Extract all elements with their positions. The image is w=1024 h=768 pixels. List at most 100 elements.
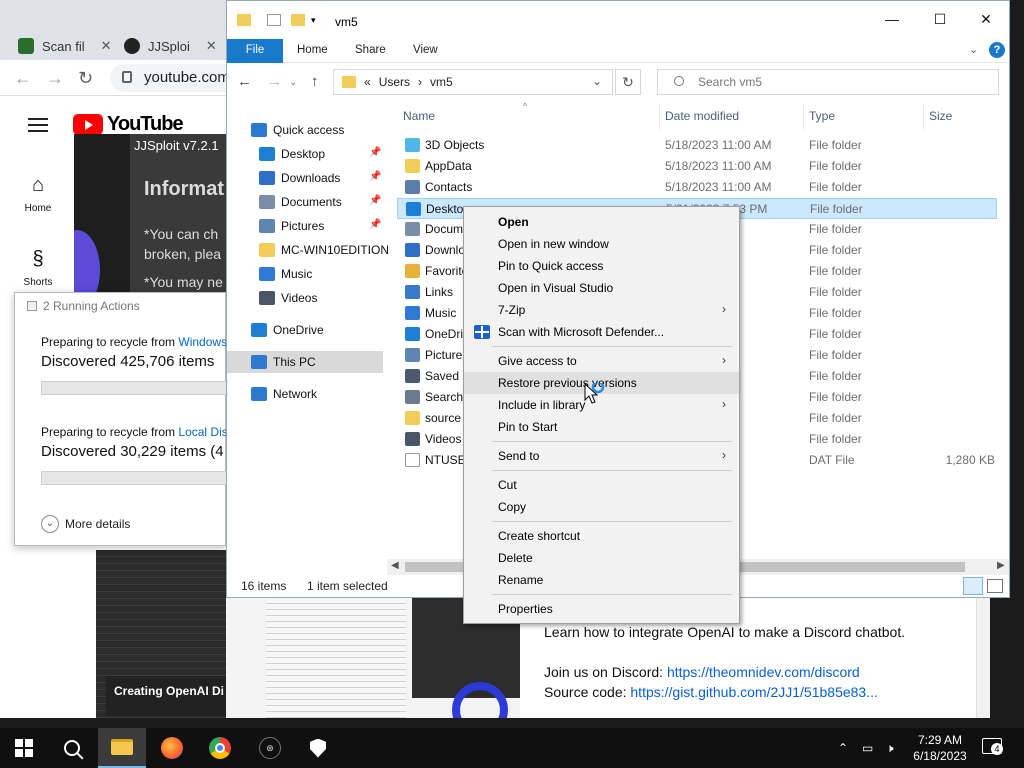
- menu-item-open-in-new-window[interactable]: Open in new window: [464, 233, 739, 255]
- new-folder-icon[interactable]: [291, 14, 305, 26]
- show-hidden-icons[interactable]: ⌃: [838, 728, 848, 768]
- yt-nav-shorts[interactable]: § Shorts: [14, 248, 62, 288]
- menu-item-pin-to-start[interactable]: Pin to Start: [464, 416, 739, 438]
- start-button[interactable]: [0, 728, 48, 768]
- menu-item-label: Scan with Microsoft Defender...: [498, 325, 665, 339]
- browser-tab[interactable]: Scan fil ✕: [0, 32, 112, 60]
- file-row[interactable]: Contacts 5/18/2023 11:00 AM File folder: [397, 177, 997, 198]
- menu-item-give-access-to[interactable]: Give access to ›: [464, 350, 739, 372]
- tab-view[interactable]: View: [401, 39, 450, 63]
- column-header-name[interactable]: Name: [403, 109, 435, 123]
- browser-tab[interactable]: JJSploi ✕: [106, 32, 217, 60]
- scroll-right-icon[interactable]: ▶: [997, 560, 1005, 571]
- refresh-button[interactable]: ↻: [615, 69, 641, 95]
- menu-item-7-zip[interactable]: 7-Zip ›: [464, 299, 739, 321]
- breadcrumb-item[interactable]: Users: [379, 75, 410, 89]
- tab-file[interactable]: File: [227, 39, 283, 63]
- menu-item-copy[interactable]: Copy: [464, 496, 739, 518]
- up-arrow-icon[interactable]: ↑: [311, 73, 319, 90]
- youtube-logo[interactable]: YouTube: [73, 113, 184, 136]
- maximize-button[interactable]: ☐: [917, 11, 963, 33]
- menu-icon[interactable]: [28, 118, 48, 132]
- copy-icon: [27, 301, 37, 311]
- breadcrumb-root[interactable]: «: [364, 75, 371, 89]
- menu-item-scan-with-microsoft-defender[interactable]: Scan with Microsoft Defender...: [464, 321, 739, 343]
- nav-item[interactable]: Music: [227, 263, 383, 285]
- page-scrollbar[interactable]: [976, 598, 990, 718]
- nav-item[interactable]: Network: [227, 383, 383, 405]
- source-link[interactable]: Local Dis: [178, 425, 227, 439]
- taskbar-windows-security[interactable]: [294, 728, 342, 768]
- taskbar-search-button[interactable]: [48, 728, 96, 768]
- nav-item[interactable]: Videos: [227, 287, 383, 309]
- address-bar[interactable]: « Users › vm5 ⌄: [333, 69, 613, 95]
- menu-item-send-to[interactable]: Send to ›: [464, 445, 739, 467]
- nav-item[interactable]: This PC: [227, 351, 383, 373]
- column-divider[interactable]: [659, 105, 660, 129]
- taskbar-firefox[interactable]: [148, 728, 196, 768]
- documents-icon: [259, 195, 275, 209]
- minimize-button[interactable]: —: [869, 11, 915, 33]
- back-arrow-icon[interactable]: ←: [237, 73, 252, 90]
- url-text: youtube.com: [144, 69, 230, 86]
- video-thumbnail[interactable]: Creating OpenAI Di: [96, 550, 226, 718]
- menu-item-open[interactable]: Open: [464, 211, 739, 233]
- menu-item-cut[interactable]: Cut: [464, 474, 739, 496]
- properties-icon[interactable]: [267, 14, 281, 26]
- details-view-icon[interactable]: [963, 577, 983, 595]
- forward-arrow-icon[interactable]: →: [46, 68, 64, 89]
- window-title: vm5: [335, 15, 358, 29]
- breadcrumb-item[interactable]: vm5: [430, 75, 453, 89]
- close-button[interactable]: ✕: [963, 11, 1009, 33]
- source-link[interactable]: Windows: [178, 335, 227, 349]
- address-dropdown-icon[interactable]: ⌄: [592, 74, 602, 88]
- large-icons-view-icon[interactable]: [987, 579, 1003, 593]
- file-row[interactable]: 3D Objects 5/18/2023 11:00 AM File folder: [397, 135, 997, 156]
- column-header-size[interactable]: Size: [929, 109, 952, 123]
- nav-item[interactable]: MC-WIN10EDITION: [227, 239, 389, 261]
- menu-item-properties[interactable]: Properties: [464, 598, 739, 620]
- reload-icon[interactable]: ↻: [78, 68, 93, 89]
- nav-item[interactable]: Pictures 📌: [227, 215, 383, 237]
- more-details-button[interactable]: ⌄ More details: [41, 515, 130, 533]
- column-divider[interactable]: [803, 105, 804, 129]
- tab-home[interactable]: Home: [285, 39, 340, 63]
- search-input[interactable]: Search vm5: [657, 69, 999, 95]
- source-link[interactable]: https://gist.github.com/2JJ1/51b85e83...: [630, 684, 878, 700]
- tab-share[interactable]: Share: [343, 39, 398, 63]
- file-row[interactable]: AppData 5/18/2023 11:00 AM File folder: [397, 156, 997, 177]
- help-icon[interactable]: ?: [989, 42, 1005, 58]
- column-divider[interactable]: [923, 105, 924, 129]
- network-tray-icon[interactable]: ▭: [862, 728, 873, 768]
- forward-arrow-icon[interactable]: →: [267, 73, 282, 90]
- back-arrow-icon[interactable]: ←: [14, 68, 32, 89]
- recent-locations-icon[interactable]: ⌄: [289, 77, 297, 88]
- nav-item[interactable]: Documents 📌: [227, 191, 383, 213]
- column-header-date[interactable]: Date modified: [665, 109, 739, 123]
- taskbar-chrome[interactable]: [196, 728, 244, 768]
- expand-ribbon-icon[interactable]: ⌄: [969, 43, 978, 56]
- close-tab-icon[interactable]: ✕: [206, 38, 217, 54]
- nav-item[interactable]: OneDrive: [227, 319, 383, 341]
- system-clock[interactable]: 7:29 AM 6/18/2023: [906, 732, 974, 764]
- discord-link[interactable]: https://theomnidev.com/discord: [667, 664, 860, 680]
- menu-item-open-in-visual-studio[interactable]: Open in Visual Studio: [464, 277, 739, 299]
- scroll-left-icon[interactable]: ◀: [391, 560, 399, 571]
- nav-item[interactable]: Quick access: [227, 119, 383, 141]
- taskbar-jjsploit[interactable]: ⊛: [246, 728, 294, 768]
- yt-nav-home[interactable]: ⌂ Home: [14, 174, 62, 214]
- volume-muted-icon[interactable]: 🕨: [886, 728, 894, 768]
- pin-icon: 📌: [369, 219, 382, 230]
- nav-item[interactable]: Downloads 📌: [227, 167, 383, 189]
- taskbar-file-explorer[interactable]: [98, 728, 146, 768]
- column-header-type[interactable]: Type: [809, 109, 835, 123]
- nav-item[interactable]: Desktop 📌: [227, 143, 383, 165]
- menu-item-label: Open in Visual Studio: [498, 281, 614, 295]
- quick-access-dropdown-icon[interactable]: ▾: [311, 15, 321, 27]
- menu-item-delete[interactable]: Delete: [464, 547, 739, 569]
- menu-item-rename[interactable]: Rename: [464, 569, 739, 591]
- navigation-pane: Quick access Desktop 📌 Downloads 📌 Documents 📌…: [227, 101, 389, 571]
- menu-item-pin-to-quick-access[interactable]: Pin to Quick access: [464, 255, 739, 277]
- notification-center-icon[interactable]: 4: [982, 738, 1003, 755]
- menu-item-create-shortcut[interactable]: Create shortcut: [464, 525, 739, 547]
